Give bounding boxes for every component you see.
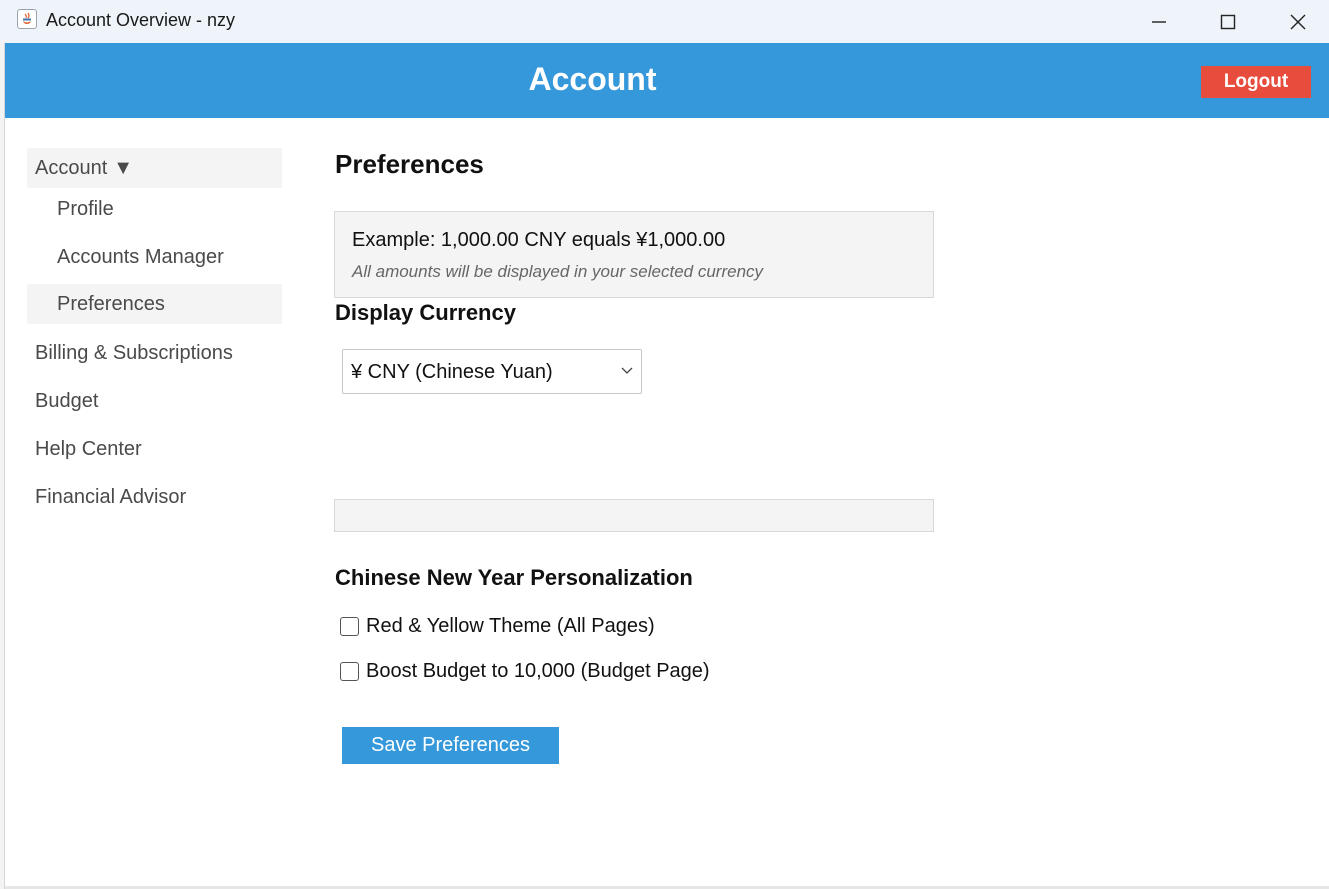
checkbox-label: Red & Yellow Theme (All Pages) — [366, 614, 655, 637]
currency-example-note: All amounts will be displayed in your se… — [352, 262, 764, 281]
sidebar-item-financial-advisor[interactable]: Financial Advisor — [27, 477, 282, 517]
sidebar-item-preferences[interactable]: Preferences — [27, 284, 282, 324]
sidebar-item-label: Preferences — [57, 293, 165, 315]
boost-budget-option[interactable]: Boost Budget to 10,000 (Budget Page) — [340, 659, 710, 683]
currency-select[interactable]: ¥ CNY (Chinese Yuan) — [342, 349, 642, 394]
window-frame-edge — [0, 43, 5, 889]
checkbox-label: Boost Budget to 10,000 (Budget Page) — [366, 659, 710, 682]
app-header: Account Logout — [5, 43, 1329, 118]
sidebar-item-billing[interactable]: Billing & Subscriptions — [27, 333, 282, 373]
currency-example-text: Example: 1,000.00 CNY equals ¥1,000.00 — [352, 229, 726, 251]
sidebar-item-help-center[interactable]: Help Center — [27, 429, 282, 469]
sidebar-item-label: Help Center — [35, 438, 142, 460]
sidebar-item-label: Financial Advisor — [35, 486, 187, 508]
minimize-icon[interactable] — [1124, 0, 1194, 43]
page-title: Preferences — [335, 149, 484, 179]
sidebar-item-budget[interactable]: Budget — [27, 381, 282, 421]
sidebar-item-label: Accounts Manager — [57, 246, 224, 268]
java-app-icon — [17, 9, 37, 29]
caret-down-icon: ▼ — [113, 157, 134, 179]
header-title: Account — [528, 61, 657, 97]
cny-personalization-heading: Chinese New Year Personalization — [335, 565, 693, 590]
close-icon[interactable] — [1263, 0, 1329, 43]
maximize-icon[interactable] — [1193, 0, 1263, 43]
red-yellow-theme-option[interactable]: Red & Yellow Theme (All Pages) — [340, 614, 655, 638]
save-preferences-button[interactable]: Save Preferences — [342, 727, 559, 764]
sidebar-item-accounts-manager[interactable]: Accounts Manager — [27, 237, 282, 277]
window-title: Account Overview - nzy — [46, 10, 236, 30]
sidebar-item-label: Account — [35, 157, 108, 179]
currency-example-panel: Example: 1,000.00 CNY equals ¥1,000.00 A… — [334, 211, 934, 298]
window-titlebar: Account Overview - nzy — [0, 0, 1329, 43]
currency-select-value: ¥ CNY (Chinese Yuan) — [351, 361, 553, 383]
sidebar-item-account[interactable]: Account ▼ — [27, 148, 282, 188]
sidebar-item-label: Budget — [35, 390, 99, 412]
display-currency-heading: Display Currency — [335, 300, 516, 325]
boost-budget-checkbox[interactable] — [340, 661, 359, 681]
red-yellow-theme-checkbox[interactable] — [340, 616, 359, 636]
chevron-down-icon — [621, 367, 633, 375]
empty-panel — [334, 499, 934, 532]
sidebar-item-profile[interactable]: Profile — [27, 189, 282, 229]
logout-button[interactable]: Logout — [1201, 66, 1311, 98]
sidebar-item-label: Profile — [57, 198, 114, 220]
sidebar-item-label: Billing & Subscriptions — [35, 342, 233, 364]
